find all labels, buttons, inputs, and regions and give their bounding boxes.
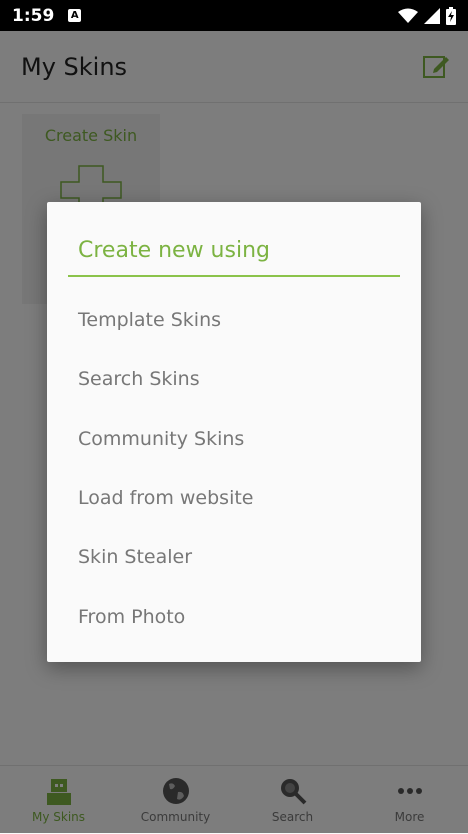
notification-icon: A (68, 9, 82, 22)
create-new-dialog: Create new using Template Skins Search S… (47, 202, 421, 662)
wifi-icon (398, 8, 418, 23)
option-skin-stealer[interactable]: Skin Stealer (78, 537, 398, 577)
option-search-skins[interactable]: Search Skins (78, 359, 398, 399)
dialog-title: Create new using (78, 238, 270, 263)
battery-icon (446, 6, 456, 25)
status-indicators (398, 6, 456, 25)
dialog-divider (68, 275, 400, 277)
option-from-photo[interactable]: From Photo (78, 597, 398, 637)
status-bar: 1:59 A (0, 0, 468, 31)
option-load-from-website[interactable]: Load from website (78, 478, 398, 518)
status-time: 1:59 (12, 5, 55, 26)
option-community-skins[interactable]: Community Skins (78, 419, 398, 459)
signal-icon (424, 7, 440, 24)
option-template-skins[interactable]: Template Skins (78, 300, 398, 340)
